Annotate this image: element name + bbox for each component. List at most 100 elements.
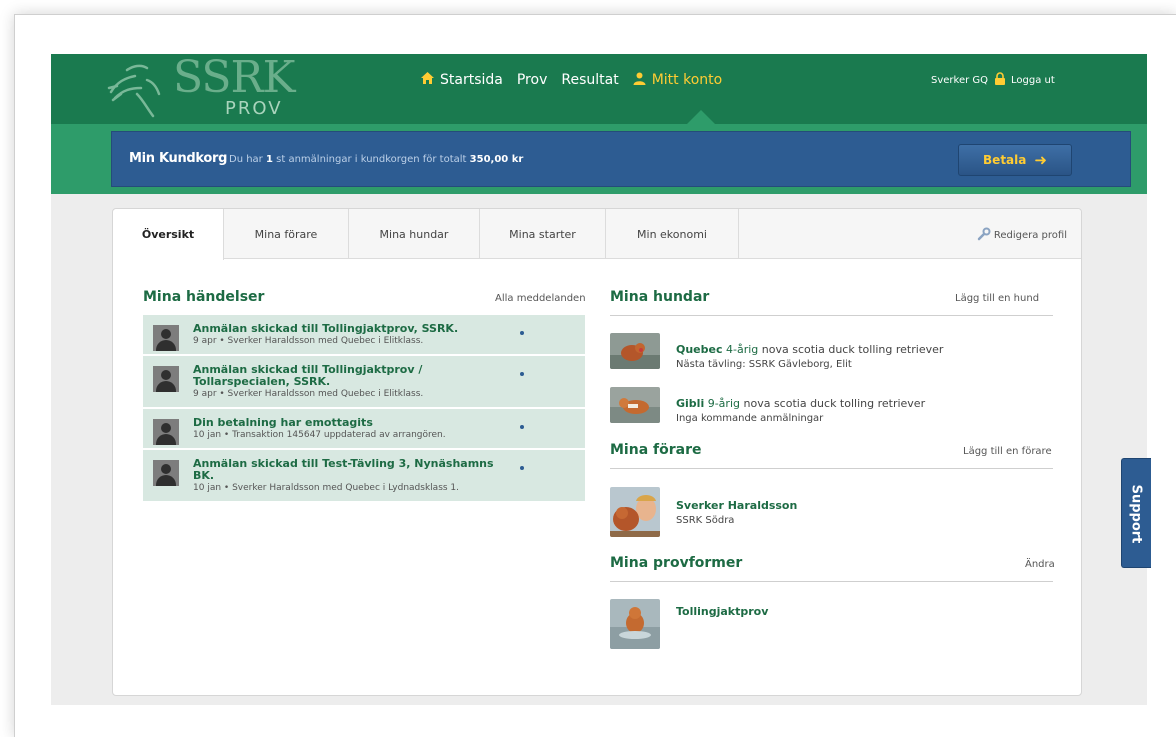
trialtype-photo	[610, 599, 660, 649]
lock-icon	[994, 72, 1006, 88]
edit-profile-link[interactable]: Redigera profil	[977, 227, 1067, 244]
event-item[interactable]: Anmälan skickad till Test-Tävling 3, Nyn…	[143, 450, 585, 503]
events-list: Anmälan skickad till Tollingjaktprov, SS…	[143, 315, 585, 503]
avatar	[153, 460, 179, 486]
event-meta: 10 jan • Sverker Haraldsson med Quebec i…	[193, 483, 460, 493]
nav-label: Resultat	[561, 72, 619, 88]
event-item[interactable]: Anmälan skickad till Tollingjaktprov, SS…	[143, 315, 585, 356]
trialtype-line: Tollingjaktprov	[676, 605, 768, 618]
account-tabs: Översikt Mina förare Mina hundar Mina st…	[113, 209, 1081, 260]
cart-title: Min Kundkorg	[129, 151, 228, 166]
nav-label: Prov	[516, 72, 548, 88]
handler-item[interactable]: Sverker Haraldsson SSRK Södra	[610, 487, 1050, 539]
tab-oversikt[interactable]: Översikt	[113, 209, 224, 260]
tab-mina-hundar[interactable]: Mina hundar	[349, 209, 480, 259]
unread-dot	[520, 425, 524, 429]
handler-name: Sverker Haraldsson	[676, 499, 798, 512]
dog-name: Quebec	[676, 343, 723, 356]
tab-label: Mina förare	[254, 227, 318, 241]
pay-label: Betala	[983, 153, 1027, 167]
tab-label: Mina starter	[509, 227, 576, 241]
unread-dot	[520, 372, 524, 376]
cart-message: Du har 1 st anmälningar i kundkorgen för…	[229, 154, 523, 165]
tab-label: Mina hundar	[379, 227, 449, 241]
support-label: Support	[1128, 484, 1144, 544]
nav-mitt-konto[interactable]: Mitt konto	[633, 72, 723, 89]
dog-photo	[610, 387, 660, 423]
user-box: Sverker GQ Logga ut	[931, 72, 1055, 88]
dog-name: Gibli	[676, 397, 705, 410]
handler-photo	[610, 487, 660, 537]
top-navigation-bar: SSRK PROV Startsida Prov Resultat Mitt k…	[51, 54, 1147, 124]
dog-age: 9-årig	[707, 397, 740, 410]
nav-label: Mitt konto	[651, 72, 723, 88]
handlers-heading: Mina förare	[610, 442, 702, 458]
bird-logo-icon	[107, 64, 161, 118]
dog-item[interactable]: Gibli 9-årig nova scotia duck tolling re…	[610, 387, 1050, 427]
active-nav-caret	[687, 110, 715, 124]
event-item[interactable]: Anmälan skickad till Tollingjaktprov / T…	[143, 356, 585, 409]
nav-resultat[interactable]: Resultat	[561, 72, 618, 88]
dog-line: Quebec 4-årig nova scotia duck tolling r…	[676, 343, 943, 356]
avatar	[153, 419, 179, 445]
cart-bar: Min Kundkorg Du har 1 st anmälningar i k…	[111, 131, 1131, 187]
dog-age: 4-årig	[726, 343, 759, 356]
trialtypes-heading: Mina provformer	[610, 555, 743, 571]
event-meta: 9 apr • Sverker Haraldsson med Quebec i …	[193, 389, 424, 399]
dog-photo	[610, 333, 660, 369]
username[interactable]: Sverker GQ	[931, 75, 988, 86]
trialtype-name: Tollingjaktprov	[676, 605, 769, 618]
all-messages-link[interactable]: Alla meddelanden	[495, 293, 586, 304]
dog-breed: nova scotia duck tolling retriever	[743, 397, 926, 410]
nav-prov[interactable]: Prov	[517, 72, 548, 88]
dog-breed: nova scotia duck tolling retriever	[761, 343, 944, 356]
cart-count: 1	[265, 154, 273, 165]
edit-profile-label: Redigera profil	[993, 230, 1067, 241]
divider	[610, 315, 1053, 316]
support-tab[interactable]: Support	[1121, 458, 1151, 568]
ssrk-prov-logo[interactable]: SSRK PROV	[107, 54, 296, 120]
event-title: Anmälan skickad till Test-Tävling 3, Nyn…	[193, 457, 494, 482]
dogs-heading: Mina hundar	[610, 289, 710, 305]
event-title: Din betalning har emottagits	[193, 416, 373, 429]
user-icon	[633, 72, 646, 89]
cart-amount: 350,00 kr	[469, 154, 524, 165]
tab-min-ekonomi[interactable]: Min ekonomi	[606, 209, 739, 259]
divider	[610, 468, 1053, 469]
page: SSRK PROV Startsida Prov Resultat Mitt k…	[51, 54, 1147, 705]
add-dog-link[interactable]: Lägg till en hund	[955, 293, 1039, 304]
handler-club: SSRK Södra	[676, 515, 735, 526]
home-icon	[421, 72, 434, 88]
logout-link[interactable]: Logga ut	[1011, 75, 1055, 86]
events-heading: Mina händelser	[143, 289, 265, 305]
event-meta: 9 apr • Sverker Haraldsson med Quebec i …	[193, 336, 424, 346]
tab-label: Min ekonomi	[637, 227, 707, 241]
arrow-right-icon: ➜	[1034, 151, 1047, 169]
nav-label: Startsida	[440, 72, 503, 88]
divider	[610, 581, 1053, 582]
avatar	[153, 325, 179, 351]
event-title: Anmälan skickad till Tollingjaktprov, SS…	[193, 322, 459, 335]
event-meta: 10 jan • Transaktion 145647 uppdaterad a…	[193, 430, 446, 440]
unread-dot	[520, 466, 524, 470]
edit-trialtypes-link[interactable]: Ändra	[1025, 559, 1055, 570]
dog-next: Nästa tävling: SSRK Gävleborg, Elit	[676, 359, 852, 370]
nav-startsida[interactable]: Startsida	[421, 72, 503, 88]
handler-name-line: Sverker Haraldsson	[676, 499, 797, 512]
tab-label: Översikt	[141, 228, 195, 241]
unread-dot	[520, 331, 524, 335]
logo-subtext: PROV	[225, 98, 283, 119]
dog-next: Inga kommande anmälningar	[676, 413, 824, 424]
trialtype-item[interactable]: Tollingjaktprov	[610, 599, 1050, 651]
tab-mina-starter[interactable]: Mina starter	[480, 209, 606, 259]
logo-text: SSRK	[173, 54, 296, 103]
pay-button[interactable]: Betala ➜	[958, 144, 1072, 176]
dog-line: Gibli 9-årig nova scotia duck tolling re…	[676, 397, 925, 410]
event-item[interactable]: Din betalning har emottagits 10 jan • Tr…	[143, 409, 585, 450]
avatar	[153, 366, 179, 392]
main-nav: Startsida Prov Resultat Mitt konto	[421, 54, 736, 106]
dog-item[interactable]: Quebec 4-årig nova scotia duck tolling r…	[610, 333, 1050, 373]
tab-mina-forare[interactable]: Mina förare	[224, 209, 349, 259]
cart-msg-mid: st anmälningar i kundkorgen för totalt	[276, 154, 467, 165]
add-handler-link[interactable]: Lägg till en förare	[963, 446, 1052, 457]
